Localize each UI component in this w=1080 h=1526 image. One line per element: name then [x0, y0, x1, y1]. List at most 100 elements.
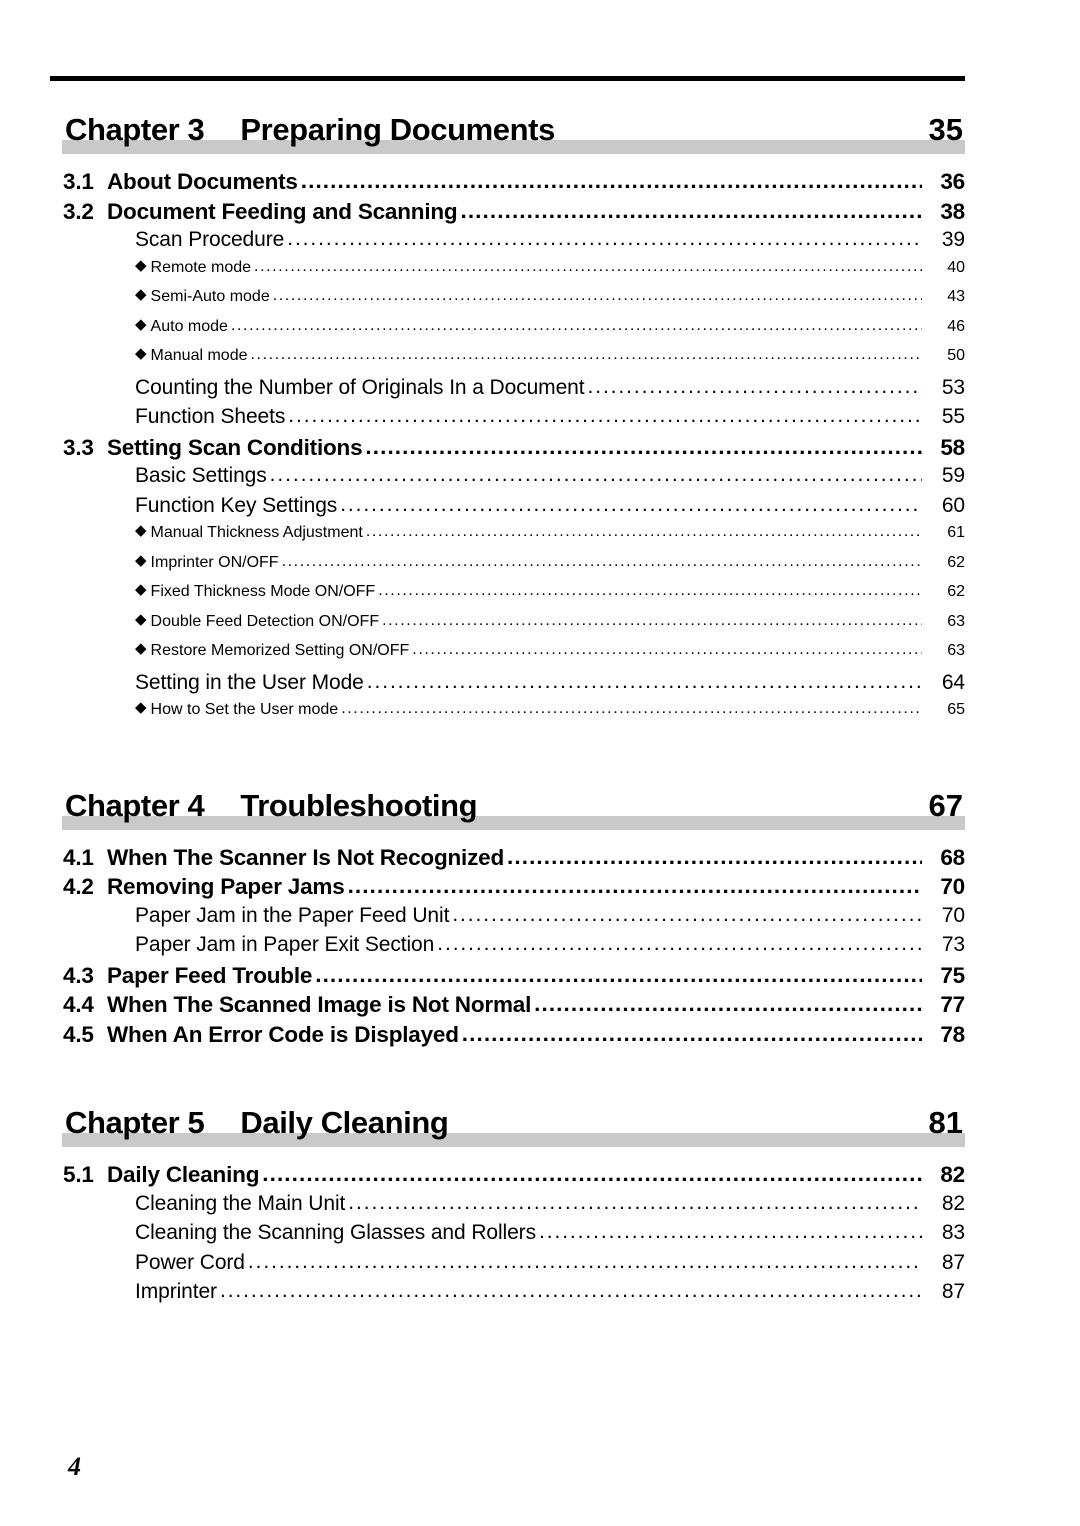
toc-leader-dots [382, 612, 922, 630]
toc-leader-dots [254, 258, 922, 276]
toc-entry-bullet[interactable]: ◆Restore Memorized Setting ON/OFF 63 [50, 640, 965, 671]
toc-entry-page-number: 60 [941, 493, 965, 517]
chapter-label: Chapter 3 [65, 112, 205, 147]
toc-entry-sub[interactable]: Function Key Settings 60 [50, 494, 965, 524]
toc-leader-dots [341, 700, 922, 718]
toc-leader-dots [460, 198, 922, 224]
toc-entry-section[interactable]: 4.2 Removing Paper Jams 70 [50, 874, 965, 904]
toc-entry-label: Semi-Auto mode [150, 288, 270, 305]
toc-entry-label: Power Cord [135, 1250, 245, 1274]
toc-entry-sub[interactable]: Counting the Number of Originals In a Do… [50, 376, 965, 406]
toc-entry-sub[interactable]: Setting in the User Mode 64 [50, 671, 965, 701]
toc-entry-number: 4.1 [63, 844, 94, 870]
toc-entry-bullet[interactable]: ◆Double Feed Detection ON/OFF 63 [50, 611, 965, 642]
toc-leader-dots [452, 903, 922, 927]
toc-entry-page-number: 59 [941, 464, 965, 487]
toc-entry-number: 3.2 [63, 198, 94, 224]
toc-entry-sub[interactable]: Scan Procedure 39 [50, 228, 965, 258]
toc-entry-section[interactable]: 3.3 Setting Scan Conditions 58 [50, 435, 965, 465]
chapter-heading-row: Chapter 5 Daily Cleaning 81 [50, 1105, 965, 1141]
toc-entry-sub[interactable]: Cleaning the Scanning Glasses and Roller… [50, 1221, 965, 1251]
toc-entry-page-number: 63 [947, 642, 965, 659]
chapter-spacer [50, 1051, 965, 1097]
toc-entry-number: 4.4 [63, 992, 94, 1017]
toc-entry-label: When The Scanned Image is Not Normal [107, 992, 532, 1017]
toc-entry-sub[interactable]: Basic Settings 59 [50, 464, 965, 494]
toc-entry-label: Function Key Settings [135, 493, 338, 517]
toc-entry-section[interactable]: 4.3 Paper Feed Trouble 75 [50, 963, 965, 993]
toc-leader-dots [365, 434, 922, 460]
toc-entry-page-number: 68 [940, 844, 965, 870]
toc-entry-section[interactable]: 3.2 Document Feeding and Scanning 38 [50, 199, 965, 229]
toc-leader-dots [348, 1191, 922, 1215]
toc-leader-dots [412, 641, 922, 659]
chapter-title: Daily Cleaning [240, 1105, 449, 1140]
chapter-heading[interactable]: Chapter 3 Preparing Documents 35 [50, 104, 965, 156]
toc-entry-number: 4.2 [63, 874, 94, 899]
toc-entry-label: Daily Cleaning [107, 1162, 260, 1187]
toc-entry-section[interactable]: 4.4 When The Scanned Image is Not Normal 7… [50, 992, 965, 1022]
toc-entry-number: 4.3 [63, 962, 94, 988]
toc-leader-dots [270, 463, 922, 487]
toc-leader-dots [534, 991, 922, 1017]
toc-content: Chapter 3 Preparing Documents 35 3.1 About D… [50, 104, 965, 1310]
chapter-heading[interactable]: Chapter 5 Daily Cleaning 81 [50, 1097, 965, 1149]
toc-entry-section[interactable]: 4.5 When An Error Code is Displayed 78 [50, 1022, 965, 1052]
diamond-bullet-icon: ◆ [135, 699, 147, 716]
toc-entry-label: Manual mode [150, 347, 248, 364]
toc-entry-section[interactable]: 5.1 Daily Cleaning 82 [50, 1162, 965, 1192]
toc-entry-page-number: 78 [940, 1021, 965, 1047]
toc-entry-sub[interactable]: Power Cord 87 [50, 1251, 965, 1281]
toc-entry-page-number: 62 [947, 583, 965, 600]
toc-leader-dots [287, 227, 922, 251]
toc-entry-bullet[interactable]: ◆Manual Thickness Adjustment 61 [50, 522, 965, 553]
toc-entry-sub[interactable]: Function Sheets 55 [50, 405, 965, 435]
toc-entry-bullet[interactable]: ◆Manual mode 50 [50, 345, 965, 376]
toc-entry-number: 4.5 [63, 1021, 94, 1047]
toc-entry-label: Cleaning the Scanning Glasses and Roller… [135, 1221, 536, 1244]
toc-entry-page-number: 63 [947, 612, 965, 630]
toc-entry-label: Fixed Thickness Mode ON/OFF [150, 583, 376, 600]
diamond-bullet-icon: ◆ [135, 256, 147, 274]
toc-entry-page-number: 82 [941, 1191, 965, 1215]
toc-entry-sub[interactable]: Paper Jam in Paper Exit Section 73 [50, 933, 965, 963]
toc-leader-dots [437, 932, 922, 956]
toc-entry-section[interactable]: 3.1 About Documents 36 [50, 169, 965, 199]
chapter-spacer [50, 730, 965, 780]
toc-entry-label: Paper Jam in the Paper Feed Unit [135, 903, 450, 927]
toc-entry-bullet[interactable]: ◆Fixed Thickness Mode ON/OFF 62 [50, 581, 965, 612]
chapter-heading[interactable]: Chapter 4 Troubleshooting 67 [50, 780, 965, 832]
toc-entry-page-number: 46 [947, 317, 965, 335]
toc-entry-sub[interactable]: Cleaning the Main Unit 82 [50, 1192, 965, 1222]
toc-entry-section[interactable]: 4.1 When The Scanner Is Not Recognized 68 [50, 845, 965, 875]
toc-entry-label: Double Feed Detection ON/OFF [150, 612, 380, 630]
chapter-heading-row: Chapter 4 Troubleshooting 67 [50, 788, 965, 824]
toc-entry-sub[interactable]: Imprinter 87 [50, 1280, 965, 1310]
toc-entry-page-number: 53 [941, 375, 965, 399]
toc-page: Chapter 3 Preparing Documents 35 3.1 About D… [0, 0, 1080, 1526]
header-rule [50, 76, 965, 81]
toc-entry-bullet[interactable]: ◆Auto mode 46 [50, 315, 965, 347]
chapter-page-number: 67 [928, 787, 963, 823]
toc-entry-page-number: 62 [947, 553, 965, 571]
diamond-bullet-icon: ◆ [135, 315, 147, 333]
toc-entry-page-number: 40 [947, 258, 965, 276]
diamond-bullet-icon: ◆ [135, 640, 147, 657]
toc-entry-bullet[interactable]: ◆Imprinter ON/OFF 62 [50, 552, 965, 583]
chapter-page-number: 35 [928, 112, 963, 147]
toc-entry-label: When An Error Code is Displayed [107, 1021, 459, 1047]
toc-entry-page-number: 55 [941, 405, 965, 428]
chapter-label: Chapter 4 [65, 787, 205, 823]
toc-entry-bullet[interactable]: ◆Remote mode 40 [50, 256, 965, 288]
toc-entry-label: Imprinter ON/OFF [150, 553, 279, 571]
toc-leader-dots [273, 287, 922, 305]
toc-entry-number: 3.3 [63, 434, 94, 460]
chapter-label: Chapter 5 [65, 1105, 205, 1140]
toc-entry-label: Paper Feed Trouble [107, 962, 313, 988]
toc-entry-bullet[interactable]: ◆How to Set the User mode 65 [50, 699, 965, 730]
toc-entry-sub[interactable]: Paper Jam in the Paper Feed Unit 70 [50, 904, 965, 934]
toc-entry-label: Remote mode [150, 258, 252, 276]
toc-entry-bullet[interactable]: ◆Semi-Auto mode 43 [50, 286, 965, 317]
toc-entry-page-number: 75 [940, 962, 965, 988]
toc-leader-dots [315, 962, 922, 988]
